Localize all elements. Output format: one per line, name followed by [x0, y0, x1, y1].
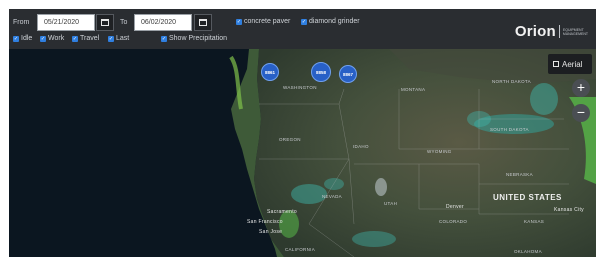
to-label: To — [120, 19, 128, 26]
label-sacramento: Sacramento — [267, 209, 297, 215]
calendar-icon — [199, 19, 207, 26]
to-date-input[interactable]: 06/02/2020 — [134, 14, 192, 31]
label-united-states: UNITED STATES — [493, 193, 562, 202]
map-layer-label: Aerial — [562, 59, 583, 69]
precip-cell — [352, 231, 396, 247]
checkbox-icon: ✓ — [236, 18, 242, 25]
label-denver: Denver — [446, 204, 464, 210]
filter-toolbar: From 05/21/2020 To 06/02/2020 ✓ concrete… — [9, 9, 596, 49]
from-label: From — [13, 19, 30, 26]
filter-label: Show Precipitation — [169, 35, 227, 42]
precip-cell — [530, 83, 558, 115]
label-wyoming: WYOMING — [427, 149, 452, 154]
checkbox-icon: ✓ — [40, 35, 46, 42]
logo-sub-line2: MANAGEMENT — [562, 31, 588, 36]
label-nevada: NEVADA — [322, 194, 342, 199]
equipment-pin[interactable]: 8867 — [339, 65, 357, 83]
label-oklahoma: OKLAHOMA — [514, 249, 542, 254]
logo-wordmark: Orion — [514, 23, 556, 40]
equipment-pin[interactable]: 8861 — [261, 63, 279, 81]
label-south-dakota: SOUTH DAKOTA — [490, 127, 529, 132]
from-calendar-button[interactable] — [96, 14, 114, 31]
filter-concrete-paver[interactable]: ✓ concrete paver — [236, 18, 290, 25]
checkbox-icon: ✓ — [13, 35, 19, 42]
map-canvas[interactable]: 8861 8858 8867 WASHINGTON OREGON MONTANA… — [9, 49, 596, 257]
filter-label: diamond grinder — [309, 18, 360, 25]
map-layer-button[interactable]: Aerial — [548, 54, 592, 74]
filter-label: Travel — [80, 35, 100, 42]
label-montana: MONTANA — [401, 87, 426, 92]
checkbox-icon: ✓ — [301, 18, 307, 25]
filter-label: Idle — [21, 35, 33, 42]
label-colorado: COLORADO — [439, 219, 468, 224]
orion-logo: Orion EQUIPMENT MANAGEMENT — [515, 23, 588, 40]
filter-label: Work — [48, 35, 65, 42]
logo-divider — [558, 25, 560, 38]
label-north-dakota: NORTH DAKOTA — [492, 79, 531, 84]
label-san-francisco: San Francisco — [247, 219, 283, 225]
filter-label: Last — [116, 35, 130, 42]
checkbox-icon: ✓ — [108, 35, 114, 42]
label-oregon: OREGON — [279, 137, 301, 142]
label-california: CALIFORNIA — [285, 247, 316, 252]
filter-label: concrete paver — [244, 18, 291, 25]
from-date-input[interactable]: 05/21/2020 — [37, 14, 95, 31]
filter-diamond-grinder[interactable]: ✓ diamond grinder — [301, 18, 360, 25]
filter-idle[interactable]: ✓ Idle — [13, 35, 32, 42]
layers-icon — [553, 61, 559, 67]
show-precipitation-toggle[interactable]: ✓ Show Precipitation — [161, 35, 227, 42]
label-nebraska: NEBRASKA — [506, 172, 533, 177]
checkbox-icon: ✓ — [72, 35, 78, 42]
label-idaho: IDAHO — [353, 144, 369, 149]
label-washington: WASHINGTON — [283, 85, 317, 90]
logo-subtitle: EQUIPMENT MANAGEMENT — [563, 28, 588, 36]
label-utah: UTAH — [384, 201, 398, 206]
label-kansas-city: Kansas City — [554, 207, 584, 213]
zoom-out-button[interactable]: − — [572, 104, 590, 122]
checkbox-icon: ✓ — [161, 35, 167, 42]
zoom-in-button[interactable]: + — [572, 79, 590, 97]
app-frame: From 05/21/2020 To 06/02/2020 ✓ concrete… — [9, 9, 596, 257]
filter-travel[interactable]: ✓ Travel — [72, 35, 99, 42]
calendar-icon — [101, 19, 109, 26]
to-calendar-button[interactable] — [194, 14, 212, 31]
label-kansas: KANSAS — [524, 219, 545, 224]
label-san-jose: San Jose — [259, 229, 283, 235]
great-salt-lake — [375, 178, 387, 196]
precip-cell — [324, 178, 344, 190]
filter-last[interactable]: ✓ Last — [108, 35, 129, 42]
equipment-pin[interactable]: 8858 — [311, 62, 331, 82]
filter-work[interactable]: ✓ Work — [40, 35, 64, 42]
